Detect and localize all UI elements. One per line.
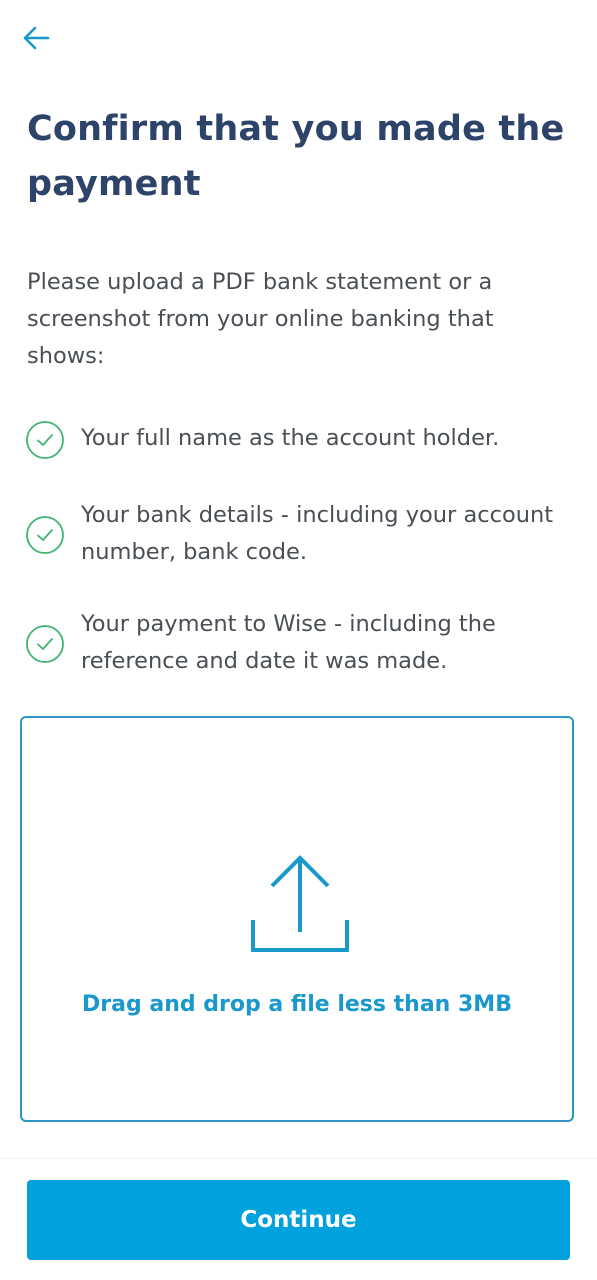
- file-upload-dropzone[interactable]: Drag and drop a file less than 3MB: [20, 716, 574, 1122]
- list-item-text: Your payment to Wise - including the ref…: [81, 611, 496, 674]
- upload-instruction: Drag and drop a file less than 3MB: [82, 992, 512, 1017]
- confirm-payment-screen: Confirm that you made the payment Please…: [0, 0, 597, 1280]
- page-title: Confirm that you made the payment: [27, 109, 565, 204]
- check-circle-icon: [26, 516, 64, 554]
- continue-button[interactable]: Continue: [27, 1180, 570, 1260]
- list-item-text: Your bank details - including your accou…: [81, 502, 554, 565]
- check-circle-icon: [26, 625, 64, 663]
- arrow-left-icon: [23, 26, 50, 50]
- back-button[interactable]: [22, 18, 70, 58]
- check-circle-icon: [26, 421, 64, 459]
- list-item-text: Your full name as the account holder.: [81, 425, 500, 451]
- intro-text: Please upload a PDF bank statement or a …: [27, 269, 494, 369]
- upload-icon: [251, 855, 349, 952]
